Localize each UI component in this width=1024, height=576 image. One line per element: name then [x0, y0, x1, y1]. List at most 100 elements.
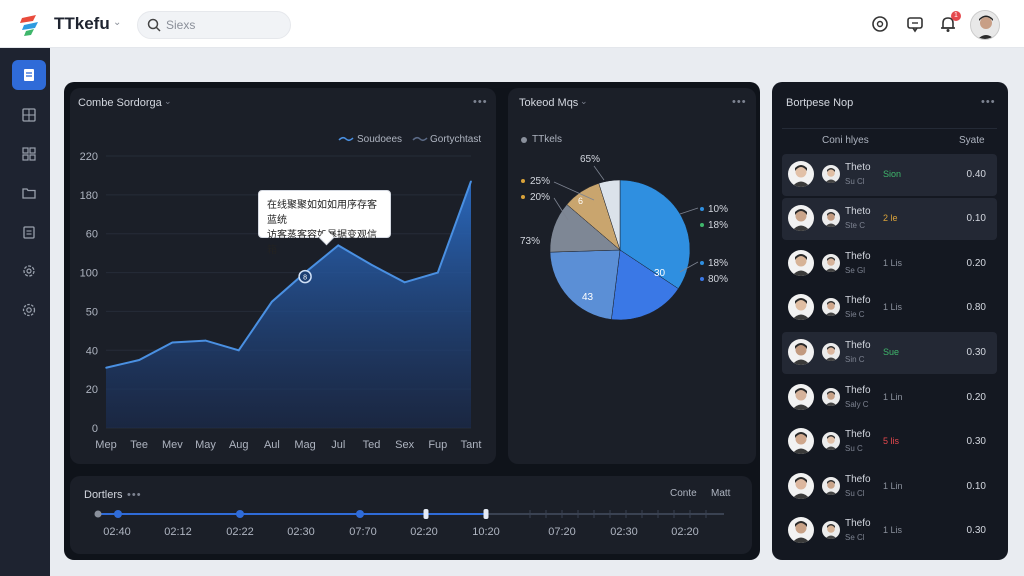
- timeline-marker: [356, 510, 364, 518]
- avatar[interactable]: [788, 517, 814, 543]
- x-tick-label: Sex: [395, 439, 414, 451]
- timeline-start-handle: [94, 510, 102, 518]
- more-icon[interactable]: •••: [981, 96, 996, 108]
- agent-subtitle: Su Cl: [845, 177, 865, 186]
- area-chart: 220 180 60 100 50 40 20 0 Mep Tee Mev May Aug Aul Mag J…: [80, 151, 482, 451]
- callout-line: [593, 165, 605, 181]
- agent-name: Thefo: [845, 385, 871, 396]
- pie-slice: [549, 249, 621, 320]
- avatar: [822, 298, 840, 316]
- avatar: [822, 165, 840, 183]
- y-tick-label: 20: [86, 384, 98, 396]
- score-value: 0.10: [966, 481, 986, 492]
- avatar[interactable]: [788, 339, 814, 365]
- score-value: 0.30: [966, 525, 986, 536]
- agent-name: Thefo: [845, 429, 871, 440]
- agent-subtitle: Saly C: [845, 400, 869, 409]
- data-point: [470, 180, 472, 183]
- score-value: 0.40: [966, 169, 986, 180]
- sidebar-item-dashboard[interactable]: [12, 100, 46, 130]
- sidebar-item-config[interactable]: [12, 295, 46, 325]
- avatar: [822, 254, 840, 272]
- column-header[interactable]: Syate: [959, 135, 985, 146]
- x-tick-label: Mag: [294, 439, 315, 451]
- chevron-down-icon[interactable]: ⌄: [113, 17, 121, 28]
- data-point: [237, 349, 240, 352]
- search-box[interactable]: [137, 11, 291, 39]
- pie-callout-label: 80%: [708, 274, 728, 285]
- top-bar: TTkefu ⌄ 1: [0, 0, 1024, 48]
- x-tick-label: Tee: [130, 439, 148, 451]
- pie-callout-label: 20%: [530, 192, 550, 203]
- timeline-marker: [483, 509, 489, 519]
- response-panel-title[interactable]: Bortpese Nop: [786, 97, 853, 109]
- control-matt[interactable]: Matt: [711, 488, 730, 499]
- pie-chart: 65% 25% 20% 73% 10% 18% 18% 80% 6 30 43: [520, 154, 728, 321]
- help-icon[interactable]: [870, 14, 890, 34]
- agent-name: Thefo: [845, 518, 871, 529]
- more-icon[interactable]: •••: [732, 96, 747, 108]
- pie-panel-title[interactable]: Tokeod Mqs: [519, 97, 578, 109]
- chevron-down-icon[interactable]: ⌄: [580, 96, 588, 107]
- status-value: 1 Lin: [883, 392, 903, 402]
- avatar[interactable]: [788, 161, 814, 187]
- timeline-label: 02:20: [671, 526, 699, 538]
- pie-callout-label: 73%: [520, 236, 540, 247]
- avatar[interactable]: [788, 428, 814, 454]
- sidebar-item-folder[interactable]: [12, 178, 46, 208]
- agent-name: Thefo: [845, 251, 871, 262]
- timeline-marker: [236, 510, 244, 518]
- agent-subtitle: Sie C: [845, 310, 865, 319]
- y-tick-label: 100: [80, 268, 98, 280]
- data-point: [204, 339, 207, 342]
- pie-inner-label: 43: [582, 292, 594, 303]
- x-tick-label: Mev: [162, 439, 183, 451]
- agent-subtitle: Se Gl: [845, 266, 866, 275]
- pie-callout-label: 18%: [708, 258, 728, 269]
- status-value: Sue: [883, 347, 900, 357]
- sidebar-item-apps[interactable]: [12, 139, 46, 169]
- sidebar-item-settings[interactable]: [12, 256, 46, 286]
- avatar[interactable]: [788, 294, 814, 320]
- data-point: [437, 271, 439, 274]
- pie-callout-label: 10%: [708, 204, 728, 215]
- search-icon: [147, 18, 161, 32]
- avatar[interactable]: [788, 205, 814, 231]
- avatar[interactable]: [788, 384, 814, 410]
- message-icon[interactable]: [905, 14, 925, 34]
- pie-inner-label: 6: [578, 196, 583, 206]
- search-input[interactable]: [166, 17, 284, 33]
- avatar: [822, 477, 840, 495]
- brand-name[interactable]: TTkefu: [54, 14, 110, 34]
- status-value: 1 Lis: [883, 258, 903, 268]
- score-value: 0.10: [966, 213, 986, 224]
- sidebar-item-list[interactable]: [12, 60, 46, 90]
- more-icon[interactable]: •••: [473, 96, 488, 108]
- pie-label: 65%: [580, 154, 600, 165]
- folder-icon: [22, 188, 36, 199]
- x-tick-label: Aug: [229, 439, 249, 451]
- agent-subtitle: Sin C: [845, 355, 865, 364]
- data-point: [171, 341, 174, 344]
- line-panel-title[interactable]: Combe Sordorga: [78, 97, 162, 109]
- score-value: 0.30: [966, 347, 986, 358]
- avatar: [822, 343, 840, 361]
- avatar[interactable]: [788, 250, 814, 276]
- y-tick-label: 0: [92, 423, 98, 435]
- avatar[interactable]: [788, 473, 814, 499]
- callout-dot: [521, 179, 525, 183]
- control-conte[interactable]: Conte: [670, 488, 697, 499]
- data-point: [403, 281, 406, 284]
- pie-inner-label: 30: [654, 268, 666, 279]
- avatar: [822, 388, 840, 406]
- avatar: [822, 209, 840, 227]
- gear-icon: [23, 265, 35, 277]
- user-avatar[interactable]: [970, 10, 1000, 40]
- score-value: 0.80: [966, 302, 986, 313]
- chevron-down-icon[interactable]: ⌄: [164, 96, 172, 107]
- sidebar-item-notes[interactable]: [12, 217, 46, 247]
- agent-name: Thefo: [845, 340, 871, 351]
- apps-icon: [22, 147, 36, 161]
- score-value: 0.20: [966, 258, 986, 269]
- column-header[interactable]: Coni hlyes: [822, 135, 869, 146]
